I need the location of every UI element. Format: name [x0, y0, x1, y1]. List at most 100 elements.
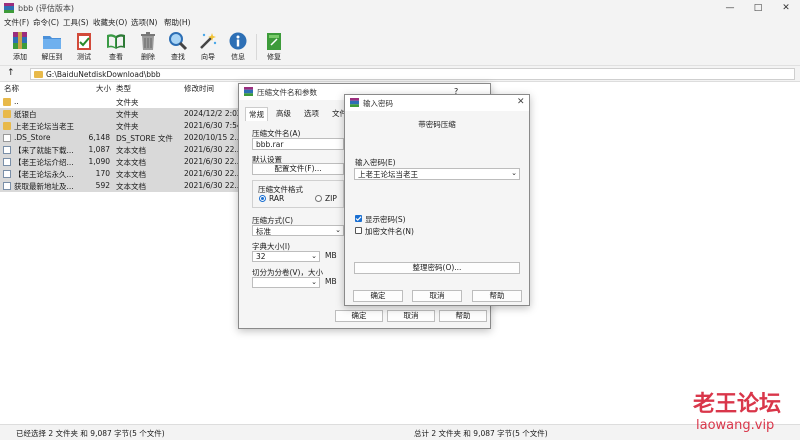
chevron-down-icon: ⌄: [311, 252, 317, 260]
watermark-url: laowang.vip: [696, 418, 775, 433]
archive-ok-button[interactable]: 确定: [335, 310, 383, 322]
extract-button[interactable]: 解压到: [38, 31, 66, 65]
add-button[interactable]: 添加: [6, 31, 34, 65]
organize-passwords-button[interactable]: 整理密码(O)...: [354, 262, 520, 274]
clipboard-check-icon: [77, 33, 91, 50]
file-type: DS_STORE 文件: [116, 134, 173, 143]
password-input[interactable]: 上老王论坛当老王 ⌄: [354, 168, 520, 180]
minimize-button[interactable]: —: [716, 0, 744, 16]
view-button[interactable]: 查看: [102, 31, 130, 65]
archive-cancel-button[interactable]: 取消: [387, 310, 435, 322]
show-password-checkbox[interactable]: [355, 215, 362, 222]
file-row[interactable]: 【来了就能下载... 1,087 文本文档 2021/6/30 22...: [0, 144, 238, 156]
winrar-window: bbb (评估版本) — □ ✕ 文件(F) 命令(C) 工具(S) 收藏夹(O…: [0, 0, 800, 440]
column-size[interactable]: 大小: [96, 83, 111, 94]
wizard-button[interactable]: 向导: [194, 31, 222, 65]
column-type[interactable]: 类型: [116, 83, 131, 94]
file-size: 170: [95, 169, 110, 178]
info-button[interactable]: 信息: [224, 31, 252, 65]
text-file-icon: [3, 146, 11, 154]
archive-help-button[interactable]: 帮助: [439, 310, 487, 322]
toolbar: 添加 解压到 测试 查看 删除 查找 向导 信息 修复: [0, 28, 800, 66]
file-type: 文件夹: [116, 98, 139, 107]
test-button[interactable]: 测试: [70, 31, 98, 65]
file-row[interactable]: 【老王论坛永久... 170 文本文档 2021/6/30 22...: [0, 168, 238, 180]
file-size: 1,090: [88, 157, 110, 166]
title-bar: bbb (评估版本) — □ ✕: [0, 0, 800, 16]
password-help-button[interactable]: 帮助: [472, 290, 522, 302]
format-zip-radio[interactable]: [315, 195, 322, 202]
file-row[interactable]: 纸银白 文件夹 2024/12/2 2:02: [0, 108, 238, 120]
file-row[interactable]: 上老王论坛当老王 文件夹 2021/6/30 7:54: [0, 120, 238, 132]
file-row[interactable]: 获取最新地址及... 592 文本文档 2021/6/30 22...: [0, 180, 238, 192]
path-text: G:\BaiduNetdiskDownload\bbb: [46, 70, 161, 79]
toolbar-separator: [256, 34, 257, 60]
delete-button[interactable]: 删除: [134, 31, 162, 65]
file-size: 6,148: [88, 133, 110, 142]
archive-dialog-title: 压缩文件名和参数: [257, 88, 317, 97]
menu-file[interactable]: 文件(F): [4, 17, 29, 28]
dictionary-size-value: 32: [256, 252, 266, 261]
close-button[interactable]: ✕: [772, 0, 800, 16]
menu-help[interactable]: 帮助(H): [164, 17, 191, 28]
format-rar-radio[interactable]: [259, 195, 266, 202]
file-date: 2020/10/15 2...: [184, 133, 238, 142]
folder-icon: [3, 110, 11, 118]
dictionary-size-select[interactable]: 32 ⌄: [252, 251, 320, 262]
tab-options[interactable]: 选项: [301, 107, 322, 120]
menu-favorites[interactable]: 收藏夹(O): [93, 17, 127, 28]
file-date: 2021/6/30 22...: [184, 181, 238, 190]
split-unit-value: MB: [325, 277, 337, 286]
address-bar: ↑ G:\BaiduNetdiskDownload\bbb: [0, 66, 800, 82]
folder-icon: [34, 71, 43, 78]
repair-button[interactable]: 修复: [260, 31, 288, 65]
file-row[interactable]: 【老王论坛介绍... 1,090 文本文档 2021/6/30 22...: [0, 156, 238, 168]
path-input[interactable]: G:\BaiduNetdiskDownload\bbb: [30, 68, 795, 80]
archive-name-input[interactable]: bbb.rar: [252, 138, 344, 150]
password-dialog: 输入密码 ✕ 带密码压缩 输入密码(E) 上老王论坛当老王 ⌄ 显示密码(S) …: [344, 94, 530, 306]
split-volumes-input[interactable]: ⌄: [252, 277, 320, 288]
dictionary-unit-value: MB: [325, 251, 337, 260]
file-size: 592: [95, 181, 110, 190]
delete-label: 删除: [141, 53, 155, 61]
winrar-app-icon: [350, 98, 359, 107]
close-icon[interactable]: ✕: [517, 97, 525, 107]
text-file-icon: [3, 170, 11, 178]
format-zip-label: ZIP: [325, 194, 337, 203]
folder-extract-icon: [43, 36, 61, 49]
password-ok-button[interactable]: 确定: [353, 290, 403, 302]
tab-general[interactable]: 常规: [245, 107, 268, 121]
watermark-logo-text: 老王论坛: [693, 391, 782, 417]
menu-command[interactable]: 命令(C): [33, 17, 59, 28]
column-name[interactable]: 名称: [4, 83, 19, 94]
wizard-label: 向导: [201, 53, 215, 61]
menu-options[interactable]: 选项(N): [131, 17, 157, 28]
file-type: 文件夹: [116, 122, 139, 131]
compression-method-value: 标准: [256, 227, 271, 236]
file-type: 文件夹: [116, 110, 139, 119]
file-name: .DS_Store: [14, 133, 51, 142]
view-label: 查看: [109, 53, 123, 61]
file-date: 2021/6/30 22...: [184, 169, 238, 178]
file-date: 2021/6/30 7:54: [184, 121, 238, 130]
file-row[interactable]: .. 文件夹: [0, 96, 238, 108]
find-button[interactable]: 查找: [164, 31, 192, 65]
menu-tools[interactable]: 工具(S): [63, 17, 89, 28]
tab-advanced[interactable]: 高级: [273, 107, 294, 120]
status-bar: 已经选择 2 文件夹 和 9,087 字节(5 个文件) 总计 2 文件夹 和 …: [0, 424, 800, 440]
magnifier-icon: [169, 32, 188, 51]
compression-method-select[interactable]: 标准 ⌄: [252, 225, 344, 236]
chevron-down-icon: ⌄: [311, 278, 317, 286]
profiles-button[interactable]: 配置文件(F)...: [252, 163, 344, 175]
file-row[interactable]: .DS_Store 6,148 DS_STORE 文件 2020/10/15 2…: [0, 132, 238, 144]
encrypt-filenames-checkbox[interactable]: [355, 227, 362, 234]
file-name: 【来了就能下载...: [14, 146, 74, 155]
password-cancel-button[interactable]: 取消: [412, 290, 462, 302]
split-unit-select[interactable]: MB: [322, 277, 344, 288]
file-name: 上老王论坛当老王: [14, 122, 74, 131]
up-arrow-icon[interactable]: ↑: [7, 68, 15, 78]
column-modified[interactable]: 修改时间: [184, 83, 214, 94]
encrypt-filenames-label: 加密文件名(N): [365, 227, 414, 236]
dictionary-unit-select[interactable]: MB: [322, 251, 344, 262]
maximize-button[interactable]: □: [744, 0, 772, 16]
